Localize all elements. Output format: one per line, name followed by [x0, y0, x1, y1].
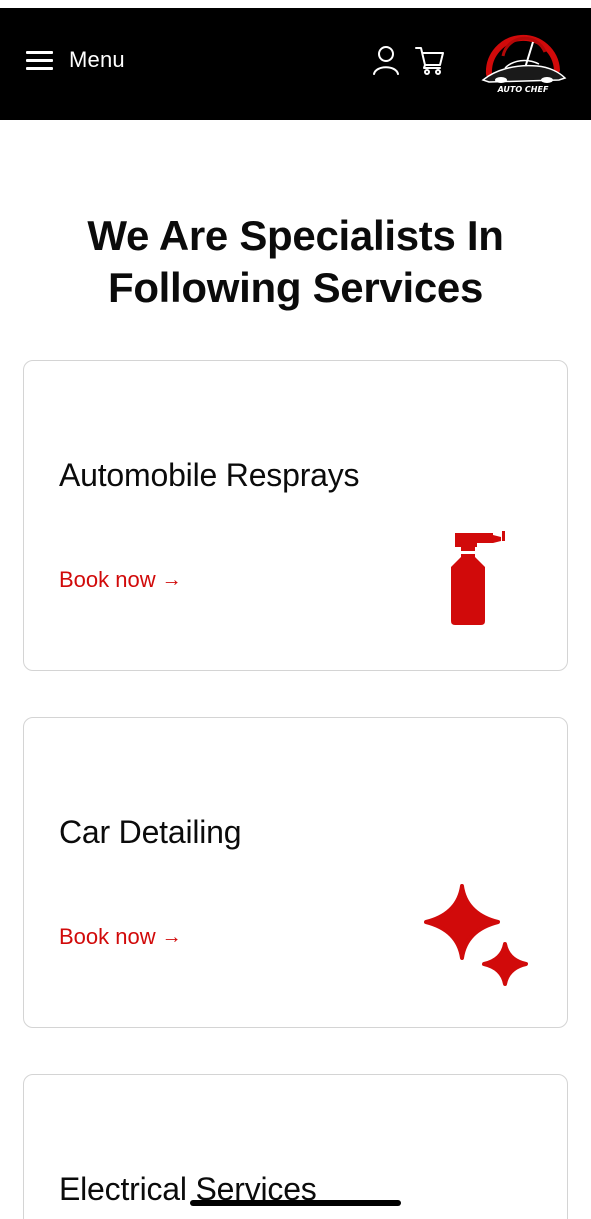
menu-button[interactable]: Menu [26, 44, 125, 76]
service-title: Car Detailing [59, 814, 242, 850]
book-now-label: Book now [59, 924, 156, 949]
book-now-link[interactable]: Book now → [59, 567, 182, 593]
service-card-automobile-resprays[interactable]: Automobile Resprays Book now → [23, 360, 568, 671]
menu-label: Menu [69, 47, 125, 72]
page-heading: We Are Specialists In Following Services [0, 210, 591, 314]
service-card-car-detailing[interactable]: Car Detailing Book now → [23, 717, 568, 1028]
sparkle-icon [424, 884, 534, 995]
auto-chef-logo[interactable]: AUTO CHEF [475, 30, 571, 96]
service-title: Automobile Resprays [59, 457, 360, 493]
heading-line-1: We Are Specialists In [87, 212, 504, 259]
arrow-right-icon: → [161, 925, 182, 948]
cart-icon[interactable] [414, 44, 446, 76]
hamburger-icon [26, 50, 53, 70]
top-navigation-bar: Menu AUTO CHEF [0, 8, 591, 120]
home-indicator[interactable] [190, 1200, 401, 1206]
heading-line-2: Following Services [107, 264, 484, 311]
book-now-link[interactable]: Book now → [59, 924, 182, 950]
arrow-right-icon: → [161, 568, 182, 591]
service-card-electrical-services[interactable]: Electrical Services [23, 1074, 568, 1219]
spray-bottle-icon [449, 529, 509, 634]
account-icon[interactable] [371, 44, 401, 76]
logo-text: AUTO CHEF [497, 85, 549, 94]
book-now-label: Book now [59, 567, 156, 592]
